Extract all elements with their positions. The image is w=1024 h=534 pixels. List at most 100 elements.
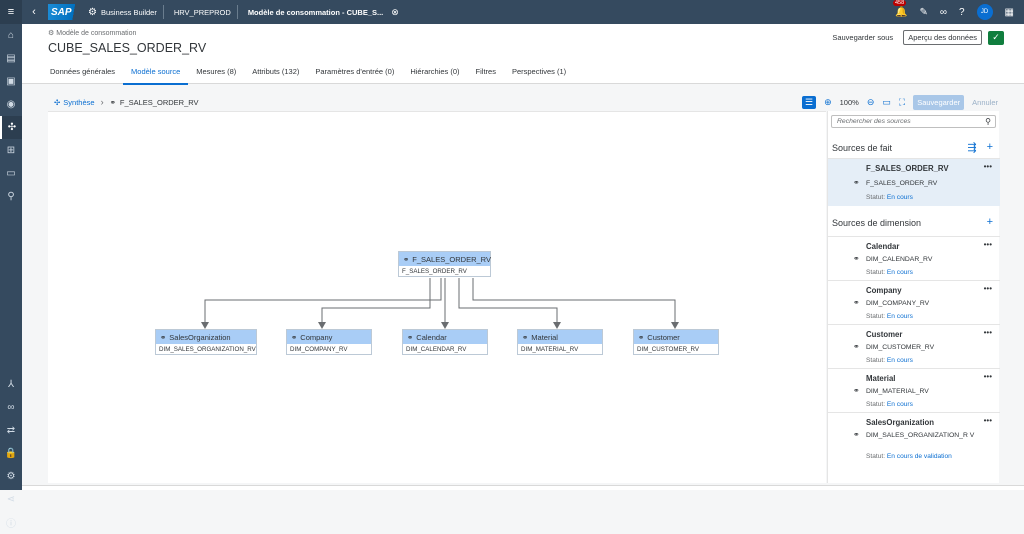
space-name[interactable]: HRV_PREPROD <box>174 8 231 17</box>
source-status: Statut: En cours <box>866 194 913 201</box>
dimension-source-item[interactable]: Customer ••• ⚭ DIM_CUSTOMER_RV Statut: E… <box>828 324 1000 368</box>
transport-icon[interactable]: ⇄ <box>0 419 22 442</box>
object-type: ⚙ Modèle de consommation <box>48 29 136 37</box>
add-dimension-source-icon[interactable]: + <box>987 216 993 228</box>
fit-icon[interactable]: ▭ <box>882 97 891 108</box>
dimension-node-calendar[interactable]: ⚭ Calendar DIM_CALENDAR_RV <box>402 329 488 355</box>
more-options-icon[interactable]: ••• <box>984 240 992 249</box>
close-tab-icon[interactable]: ⊗ <box>391 7 399 18</box>
story-icon[interactable]: ⚲ <box>0 185 22 208</box>
data-preview-button[interactable]: Aperçu des données <box>903 30 982 45</box>
tab-general[interactable]: Données générales <box>42 63 123 85</box>
avatar[interactable]: JD <box>976 4 993 20</box>
source-technical-name: DIM_SALES_ORGANIZATION_R V <box>866 432 975 439</box>
header-actions: Sauvegarder sous Aperçu des données ✓ <box>828 30 1004 45</box>
menu-icon[interactable]: ≡ <box>0 0 22 24</box>
data-access-icon[interactable]: ⊞ <box>0 139 22 162</box>
list-view-icon[interactable]: ☰ <box>802 95 817 109</box>
space-icon[interactable]: ⅄ <box>0 373 22 396</box>
arrowhead <box>201 322 209 329</box>
tab-measures[interactable]: Mesures (8) <box>188 63 244 85</box>
fullscreen-icon[interactable]: ⛶ <box>899 97 905 108</box>
connector-line <box>204 278 442 322</box>
status-value: En cours <box>886 357 913 364</box>
home-icon[interactable]: ⌂ <box>0 24 22 47</box>
node-subtitle: DIM_SALES_ORGANIZATION_RV <box>159 346 256 353</box>
link-icon[interactable]: ∞ <box>940 7 947 18</box>
tab-source-model[interactable]: Modèle source <box>123 63 189 85</box>
source-status: Statut: En cours <box>866 313 913 320</box>
source-status: Statut: En cours <box>866 269 913 276</box>
dimension-node-material[interactable]: ⚭ Material DIM_MATERIAL_RV <box>517 329 603 355</box>
zoom-in-icon[interactable]: ⊕ <box>824 97 832 108</box>
help-icon[interactable]: ? <box>959 7 965 18</box>
app-name[interactable]: Business Builder <box>101 8 157 17</box>
breadcrumb-root[interactable]: ✣ Synthèse <box>54 98 95 107</box>
dimension-source-item[interactable]: Material ••• ⚭ DIM_MATERIAL_RV Statut: E… <box>828 368 1000 412</box>
notification-icon[interactable]: 🔔 458 <box>893 0 907 18</box>
add-fact-source-icon[interactable]: + <box>987 141 993 154</box>
source-status: Statut: En cours <box>866 357 913 364</box>
tab-attributes[interactable]: Attributs (132) <box>244 63 307 85</box>
dimension-source-item[interactable]: SalesOrganization ••• ⚭ DIM_SALES_ORGANI… <box>828 412 1000 466</box>
node-subtitle: DIM_CALENDAR_RV <box>406 346 467 353</box>
zoom-level: 100% <box>839 97 859 107</box>
assign-sources-icon[interactable]: ⇶ <box>967 141 976 154</box>
dimension-source-item[interactable]: Company ••• ⚭ DIM_COMPANY_RV Statut: En … <box>828 280 1000 324</box>
more-options-icon[interactable]: ••• <box>984 416 992 425</box>
product-switch-icon[interactable]: ▦ <box>1005 7 1014 18</box>
arrowhead <box>671 322 679 329</box>
object-header: ⚙ Modèle de consommation CUBE_SALES_ORDE… <box>22 24 1024 85</box>
tab-hierarchies[interactable]: Hiérarchies (0) <box>402 63 467 85</box>
source-name: SalesOrganization <box>866 418 935 427</box>
info-icon[interactable]: ⓘ <box>0 511 22 534</box>
status-label: Statut: <box>866 194 886 201</box>
data-builder-icon[interactable]: ◉ <box>0 93 22 116</box>
source-search-input[interactable]: Rechercher des sources ⚲ <box>831 115 996 128</box>
deploy-check-button[interactable]: ✓ <box>988 30 1004 45</box>
more-options-icon[interactable]: ••• <box>984 162 992 171</box>
entity-icon: ⚭ <box>638 332 645 342</box>
sap-logo: SAP <box>48 4 80 20</box>
monitor-icon[interactable]: ▭ <box>0 162 22 185</box>
security-icon[interactable]: 🔒 <box>0 442 22 465</box>
fact-source-item[interactable]: F_SALES_ORDER_RV ••• ⚭ F_SALES_ORDER_RV … <box>828 158 1000 206</box>
dimension-node-customer[interactable]: ⚭ Customer DIM_CUSTOMER_RV <box>633 329 719 355</box>
fact-node[interactable]: ⚭ F_SALES_ORDER_RV F_SALES_ORDER_RV <box>398 251 491 277</box>
status-label: Statut: <box>866 401 886 408</box>
entity-icon: ⚭ <box>407 332 414 342</box>
settings-icon[interactable]: ⚙ <box>0 465 22 488</box>
dimension-node-company[interactable]: ⚭ Company DIM_COMPANY_RV <box>286 329 372 355</box>
entity-icon: ⚭ <box>403 254 410 264</box>
feedback-icon[interactable]: ✎ <box>919 7 927 18</box>
diagram-canvas[interactable]: ⚭ F_SALES_ORDER_RV F_SALES_ORDER_RV ⚭ Sale… <box>48 111 826 483</box>
save-button[interactable]: Sauvegarder <box>913 94 965 110</box>
page-title: CUBE_SALES_ORDER_RV <box>48 41 207 55</box>
tab-perspectives[interactable]: Perspectives (1) <box>504 63 574 85</box>
tab-filters[interactable]: Filtres <box>468 63 504 85</box>
repository-icon[interactable]: ▣ <box>0 70 22 93</box>
source-technical-name: DIM_CUSTOMER_RV <box>866 344 935 351</box>
search-icon[interactable]: ⚲ <box>985 117 991 126</box>
cancel-button[interactable]: Annuler <box>972 98 998 107</box>
catalog-icon[interactable]: ▤ <box>0 47 22 70</box>
source-name: F_SALES_ORDER_RV <box>866 164 949 173</box>
connections-icon[interactable]: ∞ <box>0 396 22 419</box>
more-options-icon[interactable]: ••• <box>984 372 992 381</box>
dimension-source-item[interactable]: Calendar ••• ⚭ DIM_CALENDAR_RV Statut: E… <box>828 236 1000 280</box>
more-options-icon[interactable]: ••• <box>984 328 992 337</box>
connector-line <box>472 278 676 322</box>
dimension-node-salesorganization[interactable]: ⚭ SalesOrganization DIM_SALES_ORGANIZATIO… <box>155 329 257 355</box>
more-options-icon[interactable]: ••• <box>984 284 992 293</box>
status-value: En cours <box>886 194 913 201</box>
breadcrumb-root-label: Synthèse <box>63 97 95 107</box>
document-tab[interactable]: Modèle de consommation - CUBE_S... <box>248 8 383 17</box>
source-technical-name: F_SALES_ORDER_RV <box>866 180 938 187</box>
back-icon[interactable]: ‹ <box>26 6 42 18</box>
save-as-button[interactable]: Sauvegarder sous <box>828 31 897 44</box>
business-builder-nav-icon[interactable]: ✣ <box>0 116 22 139</box>
share-icon[interactable]: ⋖ <box>0 488 22 511</box>
entity-icon: ⚭ <box>291 332 298 342</box>
zoom-out-icon[interactable]: ⊖ <box>867 97 875 108</box>
tab-input-parameters[interactable]: Paramètres d'entrée (0) <box>307 63 402 85</box>
